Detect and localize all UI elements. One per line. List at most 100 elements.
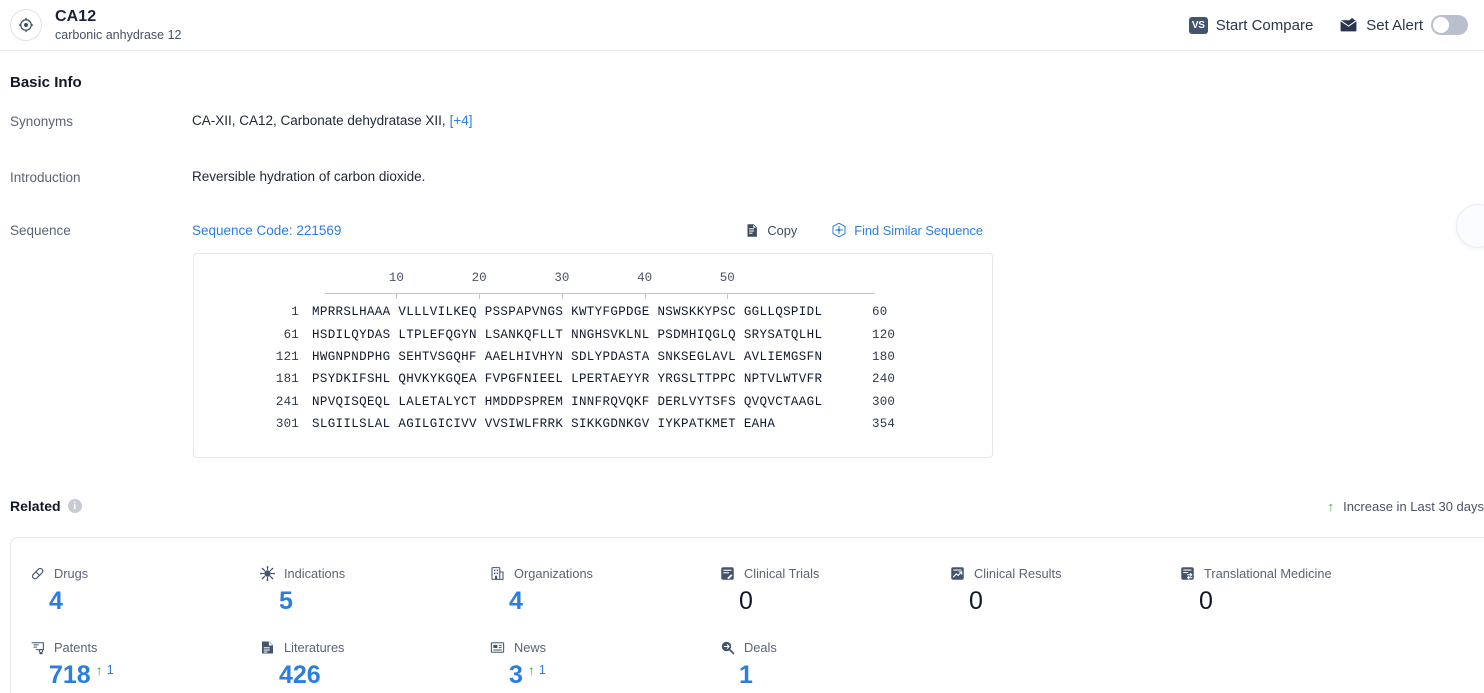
stat-header: Literatures	[260, 640, 490, 655]
deals-icon	[720, 640, 735, 655]
sequence-end-index: 354	[872, 417, 896, 432]
sequence-header: Sequence Code: 221569 Copy Find Similar …	[192, 222, 983, 238]
sequence-residues[interactable]: MPRRSLHAAA VLLLVILKEQ PSSPAPVNGS KWTYFGP…	[312, 305, 861, 319]
stat-card[interactable]: Organizations 4	[490, 566, 720, 614]
sequence-residues[interactable]: PSYDKIFSHL QHVKYKGQEA FVPGFNIEEL LPERTAE…	[312, 372, 861, 386]
stat-value-wrap[interactable]: 4	[49, 589, 260, 614]
ruler-tick-label: 10	[388, 271, 404, 285]
stat-value: 3	[509, 661, 523, 689]
ruler-tick	[396, 293, 398, 299]
sequence-code-link[interactable]: Sequence Code: 221569	[192, 223, 341, 238]
building-icon	[490, 566, 505, 581]
copy-icon	[745, 223, 760, 238]
stat-value-wrap: 0	[969, 589, 1180, 614]
sequence-end-index: 300	[872, 394, 896, 409]
stat-value-wrap[interactable]: 718 ↑ 1	[49, 662, 260, 688]
stat-label: Organizations	[514, 566, 593, 581]
ruler-tick-label: 40	[637, 271, 653, 285]
sequence-content: 10 20 30 40 50 1 MPRRSLHAAA VLLLVILKEQ PSSPAP…	[194, 254, 992, 435]
stat-value-wrap[interactable]: 1	[739, 663, 950, 688]
stat-card[interactable]: Patents 718 ↑ 1	[30, 640, 260, 688]
stat-card[interactable]: Clinical Trials 0	[720, 566, 950, 614]
stat-header: Organizations	[490, 566, 720, 581]
sequence-row: Sequence Sequence Code: 221569 Copy Find…	[0, 222, 1484, 248]
introduction-value: Reversible hydration of carbon dioxide.	[192, 169, 426, 184]
stat-value: 0	[969, 587, 983, 615]
page-title: CA12	[55, 7, 97, 25]
synonyms-row: Synonyms CA-XII, CA12, Carbonate dehydra…	[0, 113, 1484, 139]
mail-alert-icon	[1339, 17, 1358, 33]
stat-card[interactable]: Clinical Results 0	[950, 566, 1180, 614]
sequence-start-index: 301	[275, 417, 299, 432]
stat-value: 4	[49, 587, 63, 615]
stat-card[interactable]: Drugs 4	[30, 566, 260, 614]
basic-info-heading: Basic Info	[10, 74, 82, 91]
versus-icon: VS	[1188, 16, 1208, 34]
set-alert-control[interactable]: Set Alert	[1339, 15, 1468, 35]
gene-full-name: carbonic anhydrase 12	[55, 27, 182, 42]
synonyms-value-wrap: CA-XII, CA12, Carbonate dehydratase XII,…	[192, 113, 473, 128]
stat-value-wrap: 0	[739, 589, 950, 614]
delta-value: 1	[106, 663, 114, 677]
stat-delta: ↑ 1	[95, 662, 114, 678]
stat-value: 0	[739, 587, 753, 615]
legend-label: Increase in Last 30 days	[1343, 498, 1484, 514]
gene-title-block: CA12 carbonic anhydrase 12	[55, 8, 181, 43]
sequence-residues[interactable]: HWGNPNDPHG SEHTVSGQHF AAELHIVHYN SDLYPDA…	[312, 350, 861, 364]
set-alert-toggle[interactable]	[1431, 15, 1468, 35]
stat-value: 4	[509, 587, 523, 615]
stat-card[interactable]: Deals 1	[720, 640, 950, 688]
stat-header: Patents	[30, 640, 260, 655]
stat-value-wrap[interactable]: 3 ↑ 1	[509, 661, 720, 689]
info-icon[interactable]: i	[67, 499, 82, 513]
stat-card[interactable]: Literatures 426	[260, 640, 490, 688]
find-similar-sequence-button[interactable]: Find Similar Sequence	[831, 222, 983, 238]
sequence-start-index: 181	[275, 372, 299, 387]
sequence-line: 1 MPRRSLHAAA VLLLVILKEQ PSSPAPVNGS KWTYFG…	[194, 301, 992, 323]
stat-card[interactable]: Indications 5	[260, 566, 490, 614]
sequence-residues[interactable]: HSDILQYDAS LTPLEFQGYN LSANKQFLLT NNGHSVK…	[312, 328, 861, 342]
stat-value-wrap[interactable]: 4	[509, 589, 720, 614]
delta-arrow-up-icon: ↑	[95, 662, 103, 678]
stat-label: News	[514, 640, 546, 655]
stat-value: 426	[279, 661, 321, 689]
synonyms-more-link[interactable]: [+4]	[450, 113, 473, 128]
stat-value: 5	[279, 587, 293, 615]
sequence-residues[interactable]: SLGIILSLAL AGILGICIVV VVSIWLFRRK SIKKGDN…	[312, 417, 861, 431]
stat-label: Clinical Trials	[744, 566, 820, 581]
sequence-start-index: 61	[283, 327, 299, 342]
stat-header: Drugs	[30, 566, 260, 581]
ruler-tick	[479, 293, 481, 299]
sequence-end-index: 60	[872, 305, 888, 320]
stat-value-wrap[interactable]: 426	[279, 663, 490, 688]
related-stats-grid: Drugs 4 Indications 5 Organizations 4 Clinical…	[11, 538, 1484, 688]
sequence-line: 61 HSDILQYDAS LTPLEFQGYN LSANKQFLLT NNGHS…	[194, 323, 992, 345]
stat-value-wrap[interactable]: 5	[279, 589, 490, 614]
legend-increase: ↑ Increase in Last 30 days	[1328, 499, 1484, 514]
stat-card[interactable]: Translational Medicine 0	[1180, 566, 1410, 614]
stat-label: Literatures	[284, 640, 345, 655]
stat-label: Translational Medicine	[1204, 566, 1332, 581]
virus-icon	[260, 566, 275, 581]
sequence-line: 121 HWGNPNDPHG SEHTVSGQHF AAELHIVHYN SDLY…	[194, 346, 992, 368]
trial-doc-icon	[720, 566, 735, 581]
translational-icon	[1180, 566, 1195, 581]
sequence-end-index: 240	[872, 372, 896, 387]
stat-header: Clinical Trials	[720, 566, 950, 581]
stat-label: Patents	[54, 640, 98, 655]
stat-label: Deals	[744, 640, 777, 655]
sequence-tools: Copy Find Similar Sequence	[745, 222, 983, 238]
copy-button[interactable]: Copy	[745, 223, 797, 238]
page-header: CA12 carbonic anhydrase 12 VS Start Comp…	[0, 0, 1484, 51]
sequence-start-index: 121	[275, 349, 299, 364]
stat-value-wrap: 0	[1199, 589, 1410, 614]
sequence-line: 181 PSYDKIFSHL QHVKYKGQEA FVPGFNIEEL LPER…	[194, 368, 992, 390]
sequence-residues[interactable]: NPVQISQEQL LALETALYCT HMDDPSPREM INNFRQV…	[312, 395, 861, 409]
sequence-line: 241 NPVQISQEQL LALETALYCT HMDDPSPREM INNF…	[194, 391, 992, 413]
ruler-tick	[561, 293, 563, 299]
stat-label: Clinical Results	[974, 566, 1062, 581]
ruler-tick	[727, 293, 729, 299]
stat-card[interactable]: News 3 ↑ 1	[490, 640, 720, 688]
start-compare-button[interactable]: VS Start Compare	[1188, 16, 1313, 34]
ruler-tick-label: 50	[719, 271, 735, 285]
